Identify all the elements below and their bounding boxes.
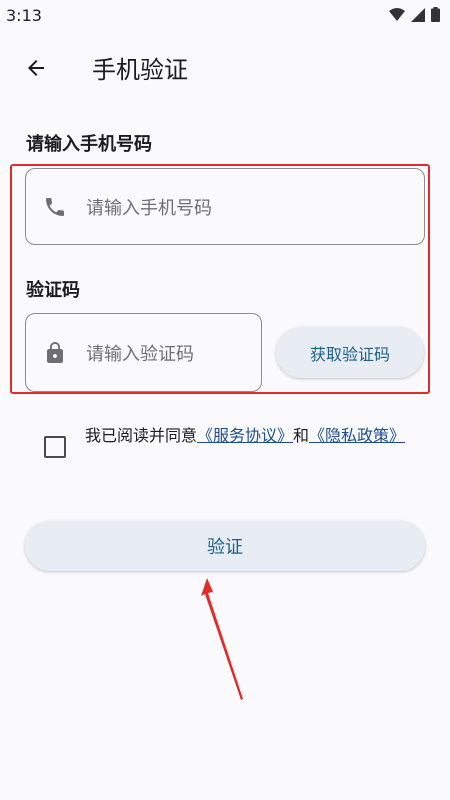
phone-placeholder: 请输入手机号码 — [86, 197, 212, 219]
lock-icon — [42, 340, 68, 366]
code-input[interactable]: 请输入验证码 — [25, 313, 262, 392]
phone-label: 请输入手机号码 — [26, 134, 152, 155]
agreement-prefix: 我已阅读并同意 — [85, 426, 198, 445]
back-button[interactable] — [18, 50, 54, 86]
agreement-conjunction: 和 — [293, 426, 310, 445]
arrow-back-icon — [28, 60, 44, 76]
status-bar: 3:13 — [0, 0, 450, 32]
status-icons — [389, 7, 440, 22]
agreement-checkbox[interactable] — [44, 436, 66, 458]
page-title: 手机验证 — [92, 56, 188, 84]
status-time: 3:13 — [6, 6, 42, 25]
phone-icon — [42, 194, 68, 220]
verify-button[interactable]: 验证 — [25, 521, 425, 571]
agreement-text: 我已阅读并同意《服务协议》和《隐私政策》 — [85, 422, 415, 449]
top-app-bar: 手机验证 — [0, 40, 450, 96]
phone-input[interactable]: 请输入手机号码 — [25, 168, 425, 245]
battery-icon — [431, 7, 440, 22]
service-agreement-link[interactable]: 《服务协议》 — [197, 426, 293, 445]
code-label: 验证码 — [26, 280, 80, 301]
arrow-annotation — [201, 578, 243, 700]
wifi-icon — [389, 7, 405, 21]
code-placeholder: 请输入验证码 — [86, 343, 194, 365]
get-code-button[interactable]: 获取验证码 — [276, 327, 424, 378]
signal-icon — [411, 7, 425, 22]
privacy-policy-link[interactable]: 《隐私政策》 — [309, 426, 405, 445]
